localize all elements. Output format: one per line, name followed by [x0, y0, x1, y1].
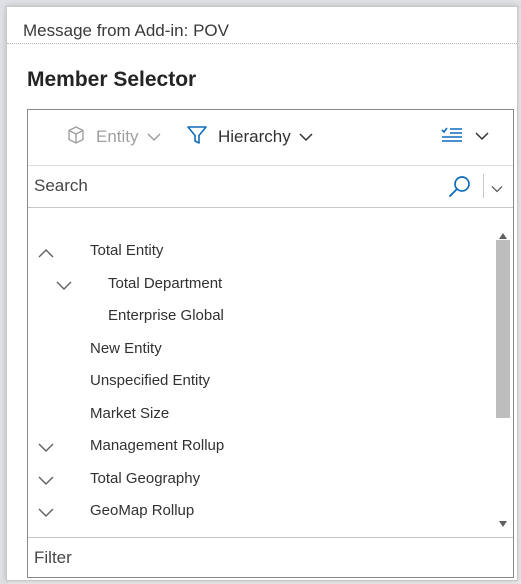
entity-dropdown-label: Entity: [96, 127, 139, 146]
cube-icon: [66, 125, 86, 150]
selector-toolbar: Entity Hierarchy: [28, 110, 513, 166]
chevron-down-icon: [147, 127, 161, 147]
filter-input[interactable]: [28, 538, 513, 578]
tree-item[interactable]: Management Rollup: [28, 430, 493, 462]
tree-item-label: Unspecified Entity: [90, 372, 211, 389]
view-options-dropdown[interactable]: [441, 126, 489, 148]
dialog-title-divider: [7, 43, 517, 44]
tree-item[interactable]: Market Size: [28, 398, 493, 430]
scroll-down-arrow-icon[interactable]: [499, 514, 507, 532]
filter-icon: [186, 124, 208, 151]
tree-item-label: Enterprise Global: [108, 307, 224, 324]
chevron-down-icon: [475, 128, 489, 146]
search-divider: [483, 174, 484, 198]
tree-item-label: Total Geography: [90, 469, 201, 487]
chevron-down-icon[interactable]: [38, 440, 54, 457]
tree-item-label: Management Rollup: [90, 437, 225, 454]
tree-item-label: New Entity: [90, 339, 162, 357]
chevron-down-icon[interactable]: [56, 278, 72, 295]
tree-item[interactable]: GeoMap Rollup: [28, 495, 493, 527]
checklist-icon: [441, 126, 463, 149]
chevron-up-icon[interactable]: [38, 245, 54, 262]
hierarchy-dropdown-label: Hierarchy: [218, 127, 291, 146]
tree-item[interactable]: Unspecified Entity: [28, 365, 493, 397]
tree-item[interactable]: New Entity: [28, 333, 493, 365]
search-options-chevron-icon[interactable]: [491, 180, 503, 198]
chevron-down-icon[interactable]: [38, 505, 54, 522]
add-in-dialog: Message from Add-in: POV Member Selector…: [6, 6, 518, 581]
filter-bar: [28, 537, 513, 578]
search-input[interactable]: [28, 166, 438, 206]
page-title: Member Selector: [27, 68, 197, 91]
tree-item[interactable]: Total Geography: [28, 463, 493, 495]
tree-item-label: Total Entity: [90, 242, 164, 259]
tree-item-label: GeoMap Rollup: [90, 502, 195, 519]
member-tree: Total Entity Total Department Enterprise G…: [28, 209, 493, 534]
tree-item-label: Market Size: [90, 404, 170, 422]
dialog-title: Message from Add-in: POV: [23, 21, 229, 40]
hierarchy-dropdown[interactable]: Hierarchy: [186, 124, 313, 151]
search-bar: [28, 166, 513, 208]
tree-item[interactable]: Total Department: [28, 268, 493, 300]
member-selector-panel: Entity Hierarchy Search Total Entity Tot…: [27, 109, 514, 578]
chevron-down-icon: [299, 127, 313, 147]
tree-item[interactable]: Total Entity: [28, 235, 493, 267]
tree-item-label: Total Department: [108, 274, 223, 292]
entity-dropdown[interactable]: Entity: [66, 125, 161, 150]
chevron-down-icon[interactable]: [38, 473, 54, 490]
scroll-thumb[interactable]: [496, 240, 510, 418]
tree-item[interactable]: Enterprise Global: [28, 300, 493, 332]
tree-scrollbar[interactable]: [493, 222, 513, 527]
search-icon[interactable]: [448, 175, 472, 204]
